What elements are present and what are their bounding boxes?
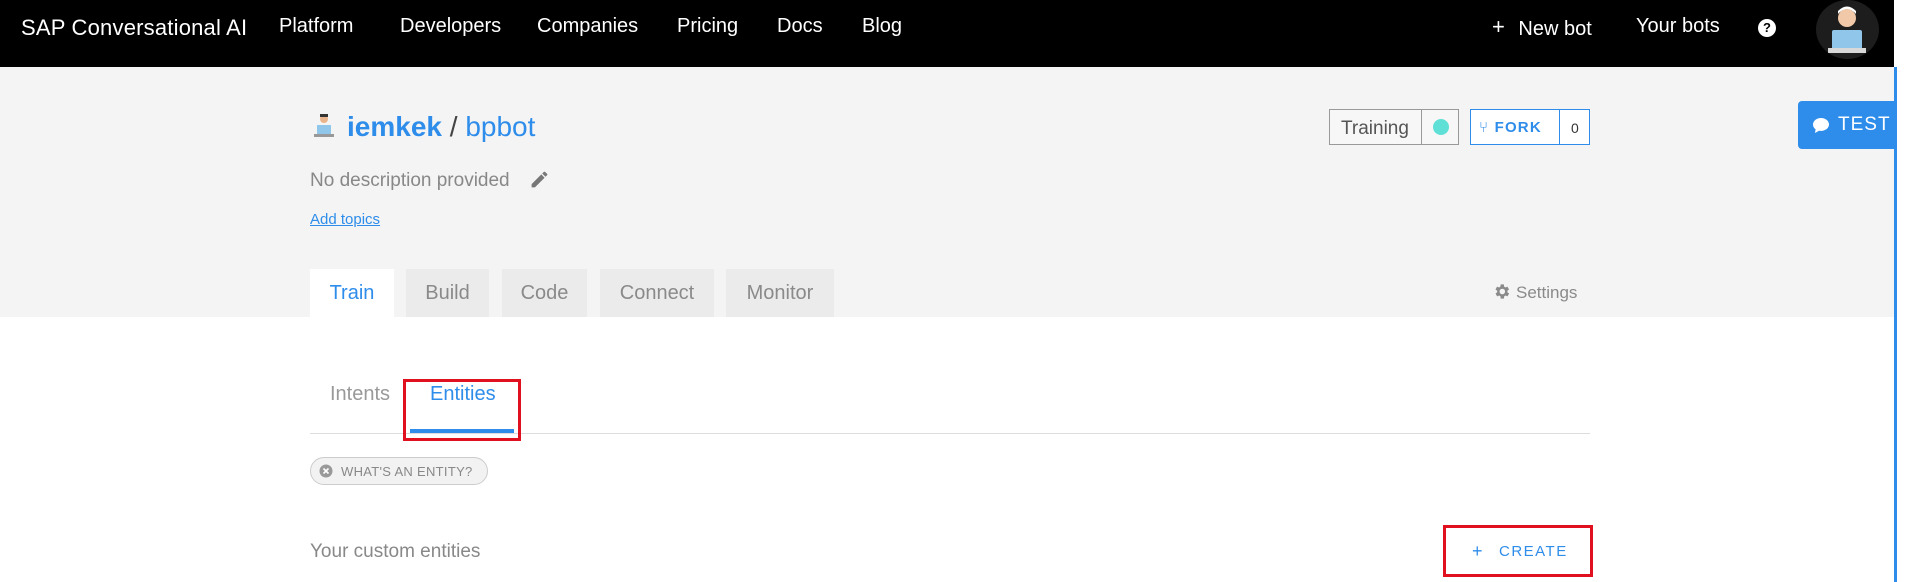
your-bots-link[interactable]: Your bots xyxy=(1636,15,1720,38)
bot-name-link[interactable]: bpbot xyxy=(465,111,535,142)
new-bot-button[interactable]: + New bot xyxy=(1492,14,1592,41)
bot-description: No description provided xyxy=(310,170,510,191)
tab-connect[interactable]: Connect xyxy=(600,269,714,317)
nav-link-developers[interactable]: Developers xyxy=(400,15,501,38)
fork-label: ⑂ FORK xyxy=(1479,119,1542,136)
help-icon[interactable]: ? xyxy=(1758,19,1776,37)
fork-icon: ⑂ xyxy=(1479,119,1490,136)
custom-entities-heading: Your custom entities xyxy=(310,541,481,562)
avatar-icon xyxy=(1828,6,1866,53)
whats-an-entity-pill[interactable]: WHAT'S AN ENTITY? xyxy=(310,457,488,485)
subtab-intents[interactable]: Intents xyxy=(330,383,390,406)
right-edge-accent-line xyxy=(1894,67,1897,582)
user-avatar[interactable] xyxy=(1816,0,1879,59)
tab-train[interactable]: Train xyxy=(310,269,394,317)
bot-owner-icon xyxy=(314,114,334,137)
tab-monitor[interactable]: Monitor xyxy=(726,269,834,317)
test-label: TEST xyxy=(1838,114,1891,135)
create-highlight-box xyxy=(1443,525,1593,577)
plus-icon: + xyxy=(1492,14,1505,39)
test-bot-button[interactable]: TEST xyxy=(1798,101,1894,149)
title-separator: / xyxy=(449,111,458,142)
tab-build[interactable]: Build xyxy=(406,269,489,317)
top-navbar: SAP Conversational AI Platform Developer… xyxy=(0,0,1894,67)
fork-count: 0 xyxy=(1571,120,1579,136)
nav-link-platform[interactable]: Platform xyxy=(279,15,353,38)
settings-label: Settings xyxy=(1516,283,1578,302)
bot-title: iemkek / bpbot xyxy=(347,111,535,143)
new-bot-label: New bot xyxy=(1518,18,1592,40)
training-status-badge: Training xyxy=(1329,109,1459,145)
nav-link-companies[interactable]: Companies xyxy=(537,15,638,38)
nav-link-docs[interactable]: Docs xyxy=(777,15,823,38)
right-edge xyxy=(1894,0,1915,582)
fork-button[interactable]: ⑂ FORK 0 xyxy=(1470,109,1590,145)
training-status-dot xyxy=(1433,119,1449,135)
edit-pencil-icon[interactable] xyxy=(529,169,550,190)
training-label: Training xyxy=(1341,118,1409,139)
bot-header xyxy=(0,67,1894,317)
nav-link-blog[interactable]: Blog xyxy=(862,15,902,38)
gear-icon xyxy=(1495,284,1510,299)
whats-an-entity-label: WHAT'S AN ENTITY? xyxy=(341,464,473,479)
fork-divider xyxy=(1559,110,1560,144)
bot-owner-link[interactable]: iemkek xyxy=(347,111,442,142)
brand-logo[interactable]: SAP Conversational AI xyxy=(21,15,247,41)
chat-bubble-icon xyxy=(1813,118,1829,133)
tab-code[interactable]: Code xyxy=(502,269,587,317)
training-divider xyxy=(1421,110,1422,144)
add-topics-link[interactable]: Add topics xyxy=(310,211,380,228)
close-circle-icon xyxy=(319,464,333,478)
nav-link-pricing[interactable]: Pricing xyxy=(677,15,738,38)
entities-highlight-box xyxy=(403,379,521,441)
fork-text: FORK xyxy=(1494,119,1542,136)
